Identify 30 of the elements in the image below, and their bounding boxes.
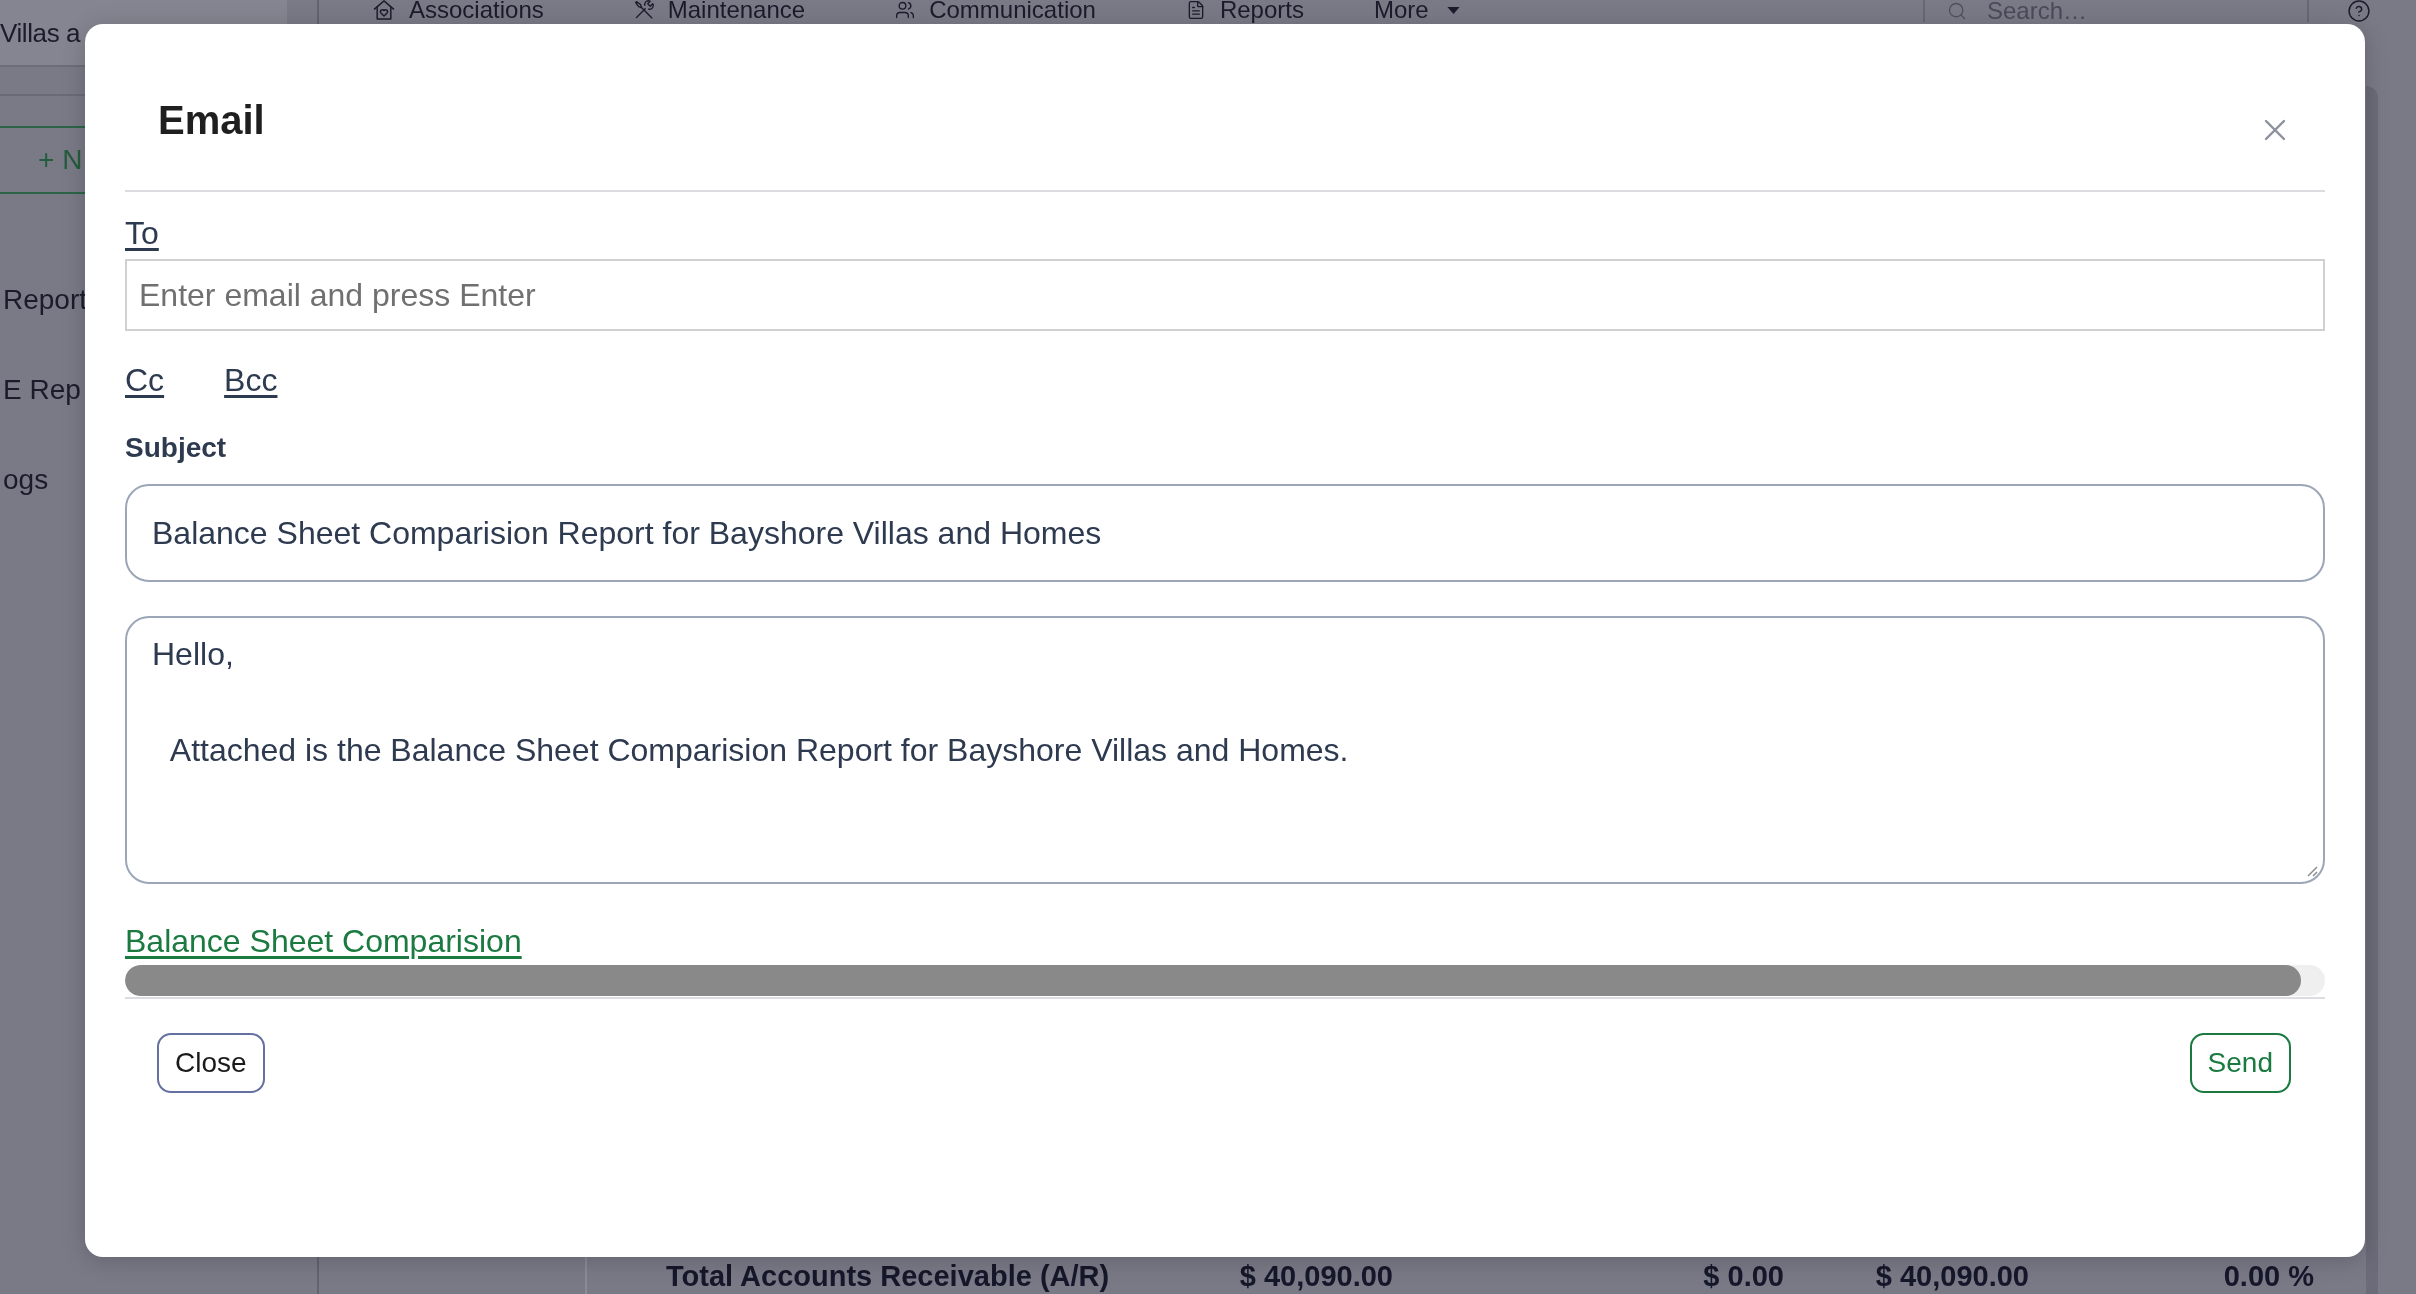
subject-label: Subject bbox=[125, 431, 227, 465]
sidebar-item[interactable]: E Rep bbox=[3, 373, 81, 407]
copy-link[interactable]: Cc bbox=[125, 362, 165, 398]
copy-link[interactable]: Bcc bbox=[224, 362, 278, 398]
help-icon[interactable] bbox=[2348, 0, 2370, 22]
to-link[interactable]: To bbox=[125, 215, 159, 251]
nav-item[interactable]: Communication bbox=[895, 0, 1096, 20]
house-icon bbox=[373, 0, 395, 20]
tools-icon bbox=[633, 0, 654, 20]
sidebar-item[interactable]: Report bbox=[3, 283, 88, 317]
nav-item[interactable]: Maintenance bbox=[633, 0, 806, 20]
send-button[interactable]: Send bbox=[2189, 1033, 2291, 1093]
recipient-field[interactable]: Enter email and press Enter bbox=[125, 259, 2325, 331]
sidebar-item[interactable]: ogs bbox=[3, 463, 49, 497]
message-field[interactable]: Hello, Attached is the Balance Sheet Comparision Report for Bayshore Villas and Homes. bbox=[125, 616, 2325, 884]
dialog-title: Email bbox=[158, 97, 265, 144]
close-button[interactable]: Close bbox=[157, 1033, 265, 1093]
totals-label: Total Accounts Receivable (A/R) bbox=[666, 1259, 1110, 1293]
association-name: Villas a bbox=[0, 16, 81, 49]
nav-item[interactable]: Associations bbox=[373, 0, 544, 20]
subject-field[interactable]: Balance Sheet Comparision Report for Bayshore Villas and Homes bbox=[125, 484, 2325, 582]
caret-icon bbox=[1446, 6, 1460, 14]
users-icon bbox=[895, 0, 916, 20]
attachment-link[interactable]: Balance Sheet Comparision bbox=[125, 923, 522, 959]
totals-cell: $ 40,090.00 bbox=[1875, 1259, 2029, 1293]
totals-cell: $ 0.00 bbox=[1703, 1259, 1784, 1293]
totals-cell: $ 40,090.00 bbox=[1239, 1259, 1393, 1293]
totals-cell: 0.00 % bbox=[2223, 1259, 2314, 1293]
search-icon bbox=[1947, 1, 1967, 21]
more-menu-button[interactable]: More bbox=[1373, 0, 1460, 20]
